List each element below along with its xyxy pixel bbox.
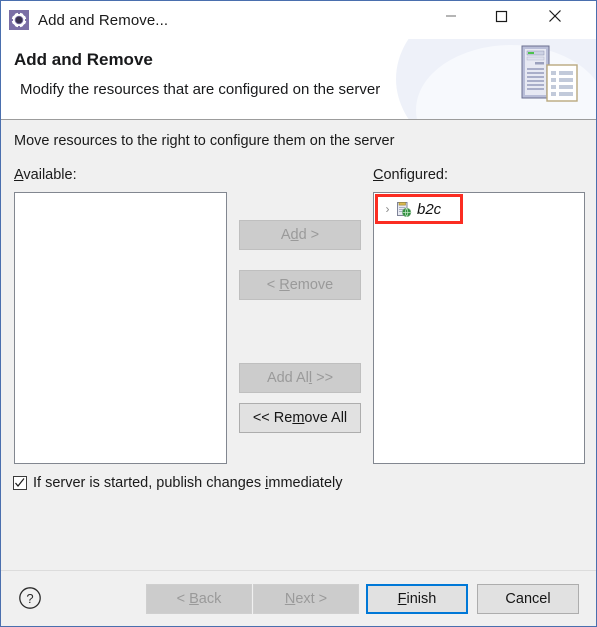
finish-button-mnemonic: F	[397, 591, 407, 607]
web-module-icon	[395, 201, 412, 218]
add-button[interactable]: Add >	[239, 220, 361, 250]
cancel-button-label: Cancel	[505, 591, 551, 607]
add-button-pre: A	[280, 227, 291, 243]
chevron-right-icon[interactable]: ›	[381, 203, 394, 215]
checkbox-box[interactable]	[13, 476, 27, 490]
remove-all-button[interactable]: << Remove All	[239, 403, 361, 433]
back-button-pre: <	[176, 591, 190, 607]
add-button-mnemonic: d	[290, 227, 299, 243]
next-button-post: ext >	[295, 591, 328, 607]
back-button-mnemonic: B	[189, 591, 199, 607]
remove-button-pre: <	[266, 277, 280, 293]
page-description: Modify the resources that are configured…	[20, 81, 381, 98]
back-button-post: ack	[198, 591, 222, 607]
list-item[interactable]: › b2c	[375, 194, 463, 224]
configured-label: Configured:	[373, 167, 448, 183]
gear-icon	[9, 10, 29, 30]
remove-all-button-pre: << Re	[252, 410, 293, 426]
checkbox-label-pre: If server is started, publish changes	[33, 475, 266, 491]
help-icon[interactable]: ?	[18, 586, 42, 610]
available-list[interactable]	[14, 192, 227, 464]
server-and-document-icon	[516, 43, 588, 105]
add-all-button[interactable]: Add All >>	[239, 363, 361, 393]
add-all-button-pre: Add Al	[266, 370, 309, 386]
title-bar: Add and Remove...	[1, 1, 596, 39]
remove-all-button-mnemonic: m	[292, 410, 305, 426]
available-label: Available:	[14, 167, 77, 183]
next-button[interactable]: Next >	[253, 584, 359, 614]
finish-button-post: inish	[406, 591, 437, 607]
remove-button-post: emove	[289, 277, 334, 293]
available-label-mnemonic: A	[14, 167, 24, 183]
publish-immediately-label: If server is started, publish changes im…	[33, 475, 343, 491]
finish-button[interactable]: Finish	[366, 584, 468, 614]
svg-text:?: ?	[26, 591, 33, 606]
remove-all-button-post: ove All	[304, 410, 348, 426]
page-title: Add and Remove	[14, 50, 153, 69]
configured-label-mnemonic: C	[373, 167, 384, 183]
minimize-icon[interactable]	[428, 1, 474, 31]
next-button-mnemonic: N	[284, 591, 296, 607]
add-and-remove-dialog: Add and Remove... Add and Remove Modify …	[0, 0, 597, 627]
instruction-text: Move resources to the right to configure…	[14, 133, 395, 149]
remove-button-mnemonic: R	[279, 277, 290, 293]
wizard-header: Add and Remove Modify the resources that…	[1, 39, 596, 120]
publish-immediately-checkbox[interactable]: If server is started, publish changes im…	[13, 475, 343, 491]
back-button[interactable]: < Back	[146, 584, 252, 614]
available-label-text: vailable:	[23, 167, 77, 183]
list-item-label: b2c	[417, 200, 442, 218]
maximize-icon[interactable]	[478, 1, 524, 31]
remove-button[interactable]: < Remove	[239, 270, 361, 300]
add-button-post: d >	[298, 227, 320, 243]
close-icon[interactable]	[532, 1, 578, 31]
cancel-button[interactable]: Cancel	[477, 584, 579, 614]
configured-label-text: onfigured:	[383, 167, 448, 183]
window-title: Add and Remove...	[38, 11, 169, 29]
configured-list[interactable]: › b2c	[373, 192, 585, 464]
dialog-body: Move resources to the right to configure…	[1, 120, 596, 570]
dialog-footer: ? < Back Next > Finish Cancel	[1, 570, 596, 626]
add-all-button-post: >>	[312, 370, 334, 386]
checkbox-label-post: mmediately	[268, 475, 343, 491]
